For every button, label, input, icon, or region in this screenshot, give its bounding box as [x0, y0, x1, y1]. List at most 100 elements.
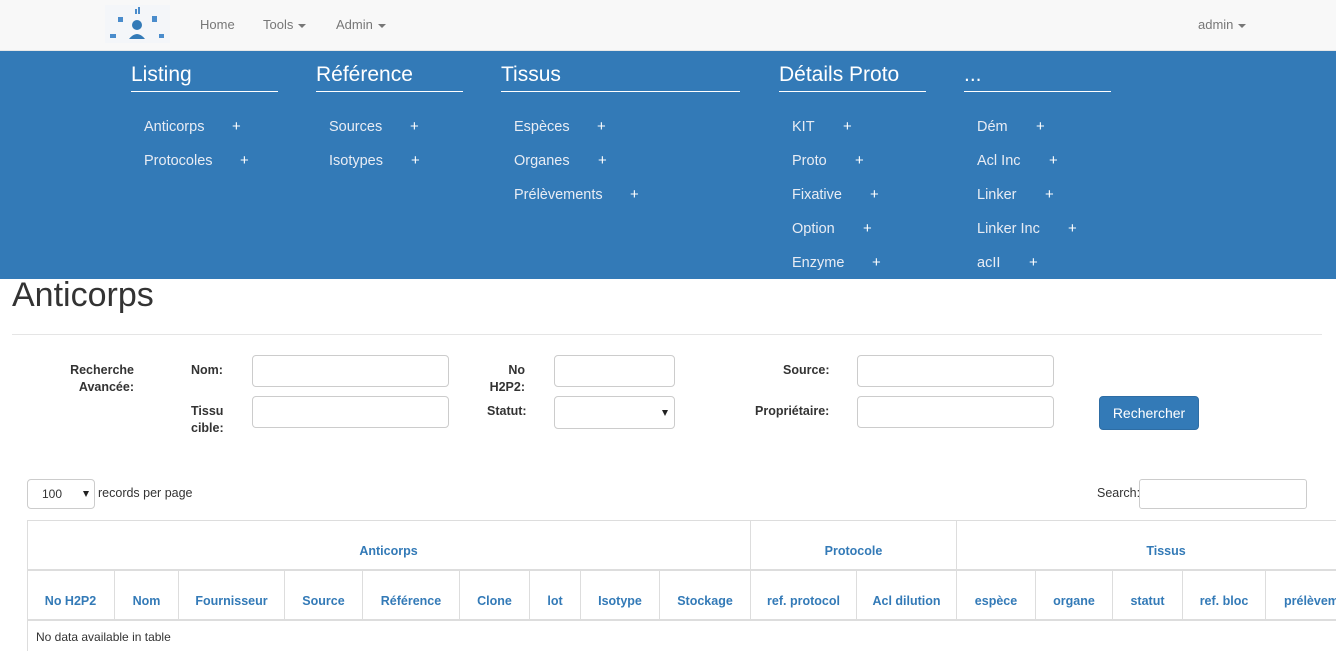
- title-divider: [12, 334, 1322, 335]
- column-header-isotype[interactable]: Isotype: [581, 594, 659, 608]
- add-proto-button[interactable]: +: [855, 152, 864, 169]
- group-header-protocole: Protocole: [824, 544, 883, 558]
- column-header-ref-protocol[interactable]: ref. protocol: [751, 594, 856, 608]
- menu-link-linker[interactable]: Linker: [977, 187, 1017, 203]
- no-h2p2-label: No H2P2:: [480, 362, 525, 396]
- column-header-ref-bloc[interactable]: ref. bloc: [1183, 594, 1265, 608]
- user-menu-dropdown[interactable]: admin: [1198, 17, 1247, 32]
- column-header-no-h2p2[interactable]: No H2P2: [27, 594, 114, 608]
- nav-home-link[interactable]: Home: [200, 17, 235, 32]
- column-header-nom[interactable]: Nom: [115, 594, 178, 608]
- add-acii-button[interactable]: +: [1029, 254, 1038, 271]
- add-linker-button[interactable]: +: [1045, 186, 1054, 203]
- tissu-cible-input[interactable]: [252, 396, 449, 428]
- advanced-search-label: Recherche Avancée:: [64, 362, 134, 396]
- nom-label: Nom:: [191, 363, 223, 377]
- statut-select[interactable]: [554, 396, 675, 429]
- source-input[interactable]: [857, 355, 1054, 387]
- mega-menu-panel: Listing Anticorps + Protocoles + Référen…: [0, 51, 1336, 279]
- column-header-organe[interactable]: organe: [1036, 594, 1112, 608]
- page-length-select[interactable]: 100: [27, 479, 95, 509]
- column-header-prelevement[interactable]: prélèvem: [1284, 594, 1336, 608]
- user-name-label: admin: [1198, 17, 1234, 32]
- tissu-cible-label: Tissu cible:: [191, 403, 224, 437]
- records-per-page-label: records per page: [98, 486, 193, 500]
- menu-link-option[interactable]: Option: [792, 221, 835, 237]
- menu-link-acii[interactable]: acII: [977, 255, 1000, 271]
- menu-heading-listing: Listing: [131, 63, 278, 92]
- nav-tools-label: Tools: [263, 17, 294, 32]
- column-header-acl-dilution[interactable]: Acl dilution: [857, 594, 956, 608]
- column-header-espece[interactable]: espèce: [957, 594, 1035, 608]
- add-enzyme-button[interactable]: +: [872, 254, 881, 271]
- proprietaire-label: Propriétaire:: [755, 404, 830, 418]
- add-kit-button[interactable]: +: [843, 118, 852, 135]
- menu-link-acl-inc[interactable]: Acl Inc: [977, 153, 1021, 169]
- menu-link-especes[interactable]: Espèces: [514, 119, 570, 135]
- menu-link-protocoles[interactable]: Protocoles: [144, 153, 213, 169]
- table-search-input[interactable]: [1139, 479, 1307, 509]
- tissu-cible-label-line1: Tissu: [191, 404, 224, 418]
- menu-link-kit[interactable]: KIT: [792, 119, 815, 135]
- table-divider: [27, 620, 1336, 621]
- add-dem-button[interactable]: +: [1036, 118, 1045, 135]
- column-header-fournisseur[interactable]: Fournisseur: [179, 594, 284, 608]
- caret-down-icon: [298, 23, 307, 28]
- no-h2p2-input[interactable]: [554, 355, 675, 387]
- source-label: Source:: [783, 363, 830, 377]
- add-fixative-button[interactable]: +: [870, 186, 879, 203]
- nav-tools-dropdown[interactable]: Tools: [263, 17, 307, 32]
- menu-heading-reference: Référence: [316, 63, 463, 92]
- nav-admin-label: Admin: [336, 17, 373, 32]
- menu-link-sources[interactable]: Sources: [329, 119, 382, 135]
- menu-link-proto[interactable]: Proto: [792, 153, 827, 169]
- add-protocole-button[interactable]: +: [240, 152, 249, 169]
- add-organe-button[interactable]: +: [598, 152, 607, 169]
- column-header-statut[interactable]: statut: [1113, 594, 1182, 608]
- add-acl-inc-button[interactable]: +: [1049, 152, 1058, 169]
- dropdown-arrow-icon: [83, 491, 89, 497]
- menu-link-dem[interactable]: Dém: [977, 119, 1008, 135]
- page-length-value: 100: [42, 487, 63, 501]
- menu-link-anticorps[interactable]: Anticorps: [144, 119, 204, 135]
- menu-link-fixative[interactable]: Fixative: [792, 187, 842, 203]
- menu-heading-tissus: Tissus: [501, 63, 740, 92]
- caret-down-icon: [377, 23, 386, 28]
- nom-input[interactable]: [252, 355, 449, 387]
- add-espece-button[interactable]: +: [597, 118, 606, 135]
- tissu-cible-label-line2: cible:: [191, 421, 224, 435]
- add-anticorps-button[interactable]: +: [232, 118, 241, 135]
- data-table: [27, 520, 1336, 651]
- empty-table-message: No data available in table: [36, 630, 171, 644]
- table-divider: [27, 570, 1336, 571]
- no-h2p2-label-line1: No: [508, 363, 525, 377]
- group-header-anticorps: Anticorps: [359, 544, 418, 558]
- advanced-search-label-line2: Avancée:: [78, 380, 134, 394]
- column-header-stockage[interactable]: Stockage: [660, 594, 750, 608]
- column-header-clone[interactable]: Clone: [460, 594, 529, 608]
- add-option-button[interactable]: +: [863, 220, 872, 237]
- advanced-search-label-line1: Recherche: [70, 363, 134, 377]
- rechercher-button[interactable]: Rechercher: [1099, 396, 1199, 430]
- menu-link-organes[interactable]: Organes: [514, 153, 570, 169]
- column-header-lot[interactable]: lot: [530, 594, 580, 608]
- dropdown-arrow-icon: [662, 410, 668, 416]
- app-logo[interactable]: [105, 5, 170, 43]
- menu-link-enzyme[interactable]: Enzyme: [792, 255, 844, 271]
- column-header-reference[interactable]: Référence: [363, 594, 459, 608]
- proprietaire-input[interactable]: [857, 396, 1054, 428]
- add-prelevement-button[interactable]: +: [630, 186, 639, 203]
- add-linker-inc-button[interactable]: +: [1068, 220, 1077, 237]
- add-isotype-button[interactable]: +: [411, 152, 420, 169]
- nav-admin-dropdown[interactable]: Admin: [336, 17, 386, 32]
- logo-icon: [110, 7, 164, 39]
- table-search-label: Search:: [1097, 486, 1141, 500]
- menu-link-prelevements[interactable]: Prélèvements: [514, 187, 603, 203]
- menu-heading-details-proto: Détails Proto: [779, 63, 926, 92]
- menu-link-isotypes[interactable]: Isotypes: [329, 153, 383, 169]
- add-source-button[interactable]: +: [410, 118, 419, 135]
- column-header-source[interactable]: Source: [285, 594, 362, 608]
- menu-link-linker-inc[interactable]: Linker Inc: [977, 221, 1040, 237]
- table-divider: [1265, 570, 1266, 620]
- group-header-tissus: Tissus: [1146, 544, 1186, 558]
